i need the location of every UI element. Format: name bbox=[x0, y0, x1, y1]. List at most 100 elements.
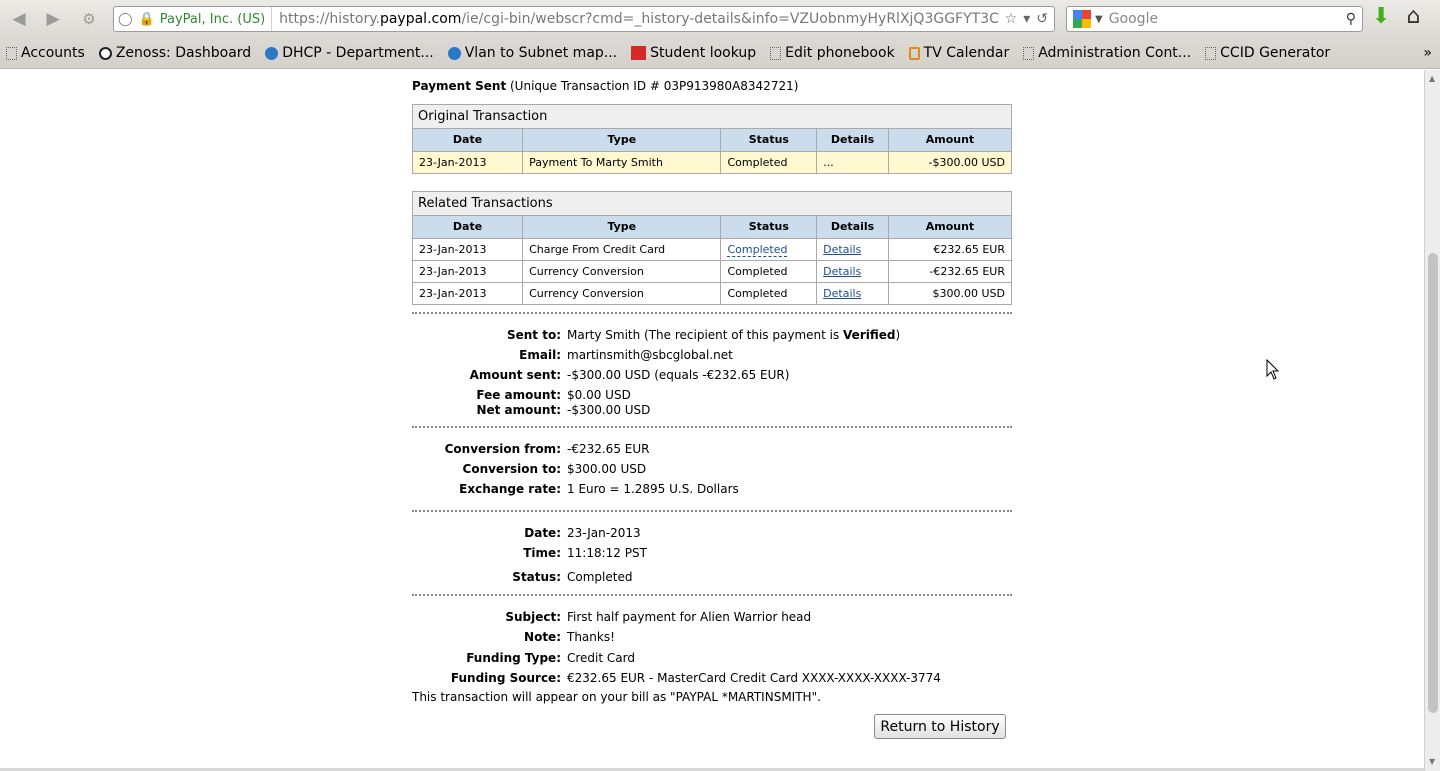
cell-type: Charge From Credit Card bbox=[522, 238, 722, 261]
home-icon[interactable]: ⌂ bbox=[1406, 4, 1420, 29]
exchange-rate-label: Exchange rate: bbox=[459, 482, 561, 496]
funding-type-label: Funding Type: bbox=[466, 651, 561, 665]
funding-source-label: Funding Source: bbox=[450, 671, 561, 685]
date-row: Date: 23-Jan-2013 bbox=[412, 526, 1012, 540]
time-label: Time: bbox=[523, 546, 561, 560]
search-engine-dropdown-icon[interactable]: ▼ bbox=[1095, 14, 1103, 25]
url-bar[interactable]: ◯ 🔒 PayPal, Inc. (US) https://history.pa… bbox=[113, 6, 1055, 32]
search-bar[interactable]: ▼ Google ⚲ bbox=[1066, 6, 1363, 32]
date-label: Date: bbox=[524, 526, 561, 540]
magnifier-icon[interactable]: ⚲ bbox=[1346, 11, 1356, 27]
cell-amount: €232.65 EUR bbox=[888, 238, 1011, 261]
google-icon[interactable] bbox=[1073, 10, 1091, 28]
cell-amount: -€232.65 EUR bbox=[888, 260, 1011, 283]
page-content: Payment Sent (Unique Transaction ID # 03… bbox=[0, 70, 1424, 771]
reload-icon[interactable]: ↺ bbox=[1036, 11, 1048, 27]
site-identity[interactable]: ◯ 🔒 PayPal, Inc. (US) bbox=[114, 7, 273, 31]
scroll-up-icon[interactable]: ▲ bbox=[1429, 74, 1435, 83]
red-square-icon bbox=[631, 46, 647, 60]
bookmark-edit-phonebook[interactable]: Edit phonebook bbox=[770, 45, 895, 61]
bookmark-student-lookup[interactable]: Student lookup bbox=[631, 45, 756, 61]
subject-label: Subject: bbox=[505, 610, 561, 624]
exchange-rate-value: 1 Euro = 1.2895 U.S. Dollars bbox=[567, 482, 739, 496]
bookmark-vlan[interactable]: Vlan to Subnet map... bbox=[447, 45, 617, 61]
bookmarks-toolbar: Accounts Zenoss: Dashboard DHCP - Depart… bbox=[0, 38, 1440, 69]
cell-status: Completed bbox=[720, 260, 818, 283]
details-link[interactable]: Details bbox=[823, 265, 861, 278]
time-value: 11:18:12 PST bbox=[567, 546, 647, 560]
sent-to-row: Sent to: Marty Smith (The recipient of t… bbox=[412, 328, 1012, 342]
vertical-scrollbar[interactable]: ▲ ▼ bbox=[1424, 70, 1440, 771]
email-value: martinsmith@sbcglobal.net bbox=[567, 348, 733, 362]
bookmark-dhcp[interactable]: DHCP - Department... bbox=[265, 45, 434, 61]
cell-date: 23-Jan-2013 bbox=[413, 238, 524, 261]
details-link[interactable]: Details bbox=[823, 287, 861, 300]
download-icon[interactable]: ⬇ bbox=[1372, 4, 1390, 29]
zenoss-icon bbox=[98, 46, 112, 60]
dropdown-arrow-icon[interactable]: ▾ bbox=[1023, 11, 1030, 27]
cell-type: Currency Conversion bbox=[522, 282, 722, 304]
bookmark-zenoss[interactable]: Zenoss: Dashboard bbox=[98, 45, 251, 61]
scrollbar-thumb[interactable] bbox=[1428, 253, 1438, 713]
table-header-row: Date Type Status Details Amount bbox=[413, 216, 1011, 239]
search-input[interactable]: Google bbox=[1109, 11, 1346, 27]
bookmark-ccid-generator[interactable]: CCID Generator bbox=[1205, 45, 1330, 61]
cell-details: Details bbox=[816, 238, 889, 261]
page-heading: Payment Sent (Unique Transaction ID # 03… bbox=[412, 79, 1012, 93]
fee-amount-value: $0.00 USD bbox=[567, 388, 631, 402]
column-details: Details bbox=[816, 129, 889, 152]
conversion-from-label: Conversion from: bbox=[444, 442, 561, 456]
table-row: 23-Jan-2013 Payment To Marty Smith Compl… bbox=[413, 151, 1011, 173]
note-value: Thanks! bbox=[567, 630, 615, 644]
time-row: Time: 11:18:12 PST bbox=[412, 546, 1012, 560]
details-link[interactable]: Details bbox=[823, 243, 861, 256]
cell-type: Currency Conversion bbox=[522, 260, 722, 283]
tools-icon[interactable]: ⚙ bbox=[72, 4, 106, 34]
scroll-down-icon[interactable]: ▼ bbox=[1429, 757, 1435, 766]
bill-statement-note: This transaction will appear on your bil… bbox=[412, 690, 821, 704]
status-link[interactable]: Completed bbox=[727, 242, 788, 257]
subject-value: First half payment for Alien Warrior hea… bbox=[567, 610, 812, 624]
table-row: 23-Jan-2013 Currency Conversion Complete… bbox=[413, 260, 1011, 283]
net-amount-value: -$300.00 USD bbox=[567, 403, 651, 417]
cell-amount: -$300.00 USD bbox=[888, 151, 1011, 173]
url-domain: paypal.com bbox=[379, 11, 462, 27]
column-date: Date bbox=[413, 216, 524, 239]
funding-type-value: Credit Card bbox=[567, 651, 635, 665]
column-type: Type bbox=[522, 216, 722, 239]
funding-source-row: Funding Source: €232.65 EUR - MasterCard… bbox=[412, 671, 1012, 685]
table-header-row: Date Type Status Details Amount bbox=[413, 129, 1011, 152]
status-value: Completed bbox=[567, 570, 633, 584]
date-value: 23-Jan-2013 bbox=[567, 526, 641, 540]
exchange-rate-row: Exchange rate: 1 Euro = 1.2895 U.S. Doll… bbox=[412, 482, 1012, 496]
url-text[interactable]: https://history.paypal.com/ie/cgi-bin/we… bbox=[272, 11, 999, 27]
amount-sent-row: Amount sent: -$300.00 USD (equals -€232.… bbox=[412, 368, 1012, 382]
funding-type-row: Funding Type: Credit Card bbox=[412, 651, 1012, 665]
funding-source-value: €232.65 EUR - MasterCard Credit Card XXX… bbox=[567, 671, 941, 685]
back-icon[interactable]: ◀ bbox=[2, 4, 36, 34]
amount-sent-label: Amount sent: bbox=[469, 368, 561, 382]
return-to-history-button[interactable]: Return to History bbox=[874, 714, 1006, 739]
cell-details: ... bbox=[816, 151, 889, 173]
verified-status: Verified bbox=[843, 328, 896, 342]
status-label: Status: bbox=[512, 570, 561, 584]
bookmark-accounts[interactable]: Accounts bbox=[6, 45, 85, 61]
fee-amount-row: Fee amount: $0.00 USD bbox=[412, 388, 1012, 402]
bookmark-administration[interactable]: Administration Cont... bbox=[1023, 45, 1191, 61]
transaction-id: (Unique Transaction ID # 03P913980A83427… bbox=[506, 79, 799, 93]
tv-icon bbox=[908, 46, 920, 60]
lock-icon: 🔒 bbox=[138, 11, 155, 27]
conversion-to-label: Conversion to: bbox=[462, 462, 561, 476]
sent-to-label: Sent to: bbox=[506, 328, 561, 342]
forward-icon[interactable]: ▶ bbox=[36, 4, 70, 34]
divider bbox=[412, 426, 1012, 428]
divider bbox=[412, 594, 1012, 596]
bookmark-tv-calendar[interactable]: TV Calendar bbox=[908, 45, 1009, 61]
status-row: Status: Completed bbox=[412, 570, 1012, 584]
star-icon[interactable]: ☆ bbox=[1005, 11, 1018, 27]
cell-status: Completed bbox=[720, 282, 818, 304]
amount-sent-value: -$300.00 USD (equals -€232.65 EUR) bbox=[567, 368, 790, 382]
chevron-right-icon[interactable]: » bbox=[1423, 45, 1432, 61]
page-icon bbox=[770, 46, 782, 60]
url-path: /ie/cgi-bin/webscr?cmd=_history-details&… bbox=[461, 11, 999, 27]
